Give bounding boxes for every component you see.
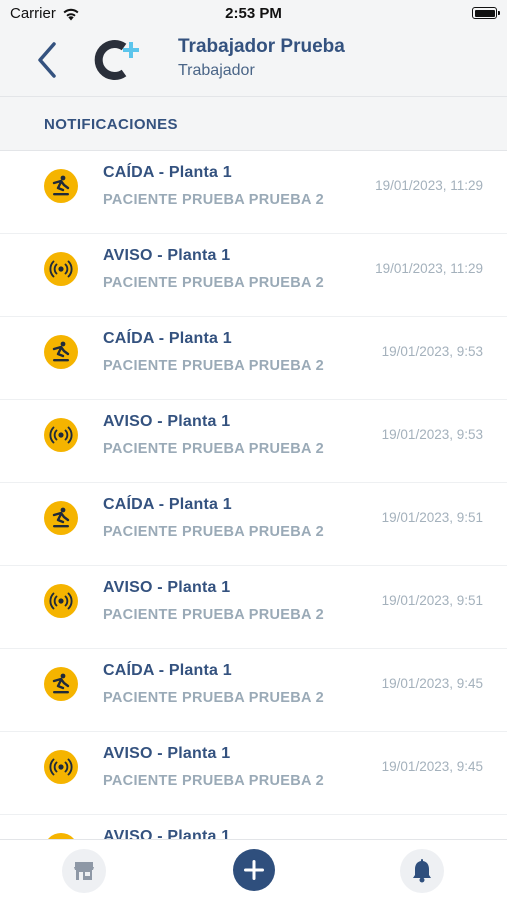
notification-item[interactable]: AVISO - Planta 1 [0, 815, 507, 839]
notification-timestamp: 19/01/2023, 9:45 [381, 676, 483, 691]
notification-patient: PACIENTE PRUEBA PRUEBA 2 [103, 192, 324, 208]
bell-icon [413, 859, 431, 883]
tab-add-button[interactable] [233, 849, 275, 891]
app-header: Trabajador Prueba Trabajador [0, 28, 507, 97]
notification-item[interactable]: AVISO - Planta 1 PACIENTE PRUEBA PRUEBA 2… [0, 400, 507, 483]
signal-icon [44, 418, 78, 452]
notification-patient: PACIENTE PRUEBA PRUEBA 2 [103, 524, 324, 540]
notification-title: AVISO - Planta 1 [103, 247, 231, 264]
notification-item[interactable]: CAÍDA - Planta 1 PACIENTE PRUEBA PRUEBA 2… [0, 483, 507, 566]
notification-timestamp: 19/01/2023, 9:53 [381, 427, 483, 442]
header-title: Trabajador Prueba [178, 36, 345, 57]
notification-timestamp: 19/01/2023, 9:51 [381, 510, 483, 525]
notification-item[interactable]: CAÍDA - Planta 1 PACIENTE PRUEBA PRUEBA 2… [0, 317, 507, 400]
app-screen: Carrier 2:53 PM Trabajador Prueba Trabaj… [0, 0, 507, 900]
notification-title: CAÍDA - Planta 1 [103, 662, 232, 679]
notification-item[interactable]: CAÍDA - Planta 1 PACIENTE PRUEBA PRUEBA 2… [0, 649, 507, 732]
notification-title: AVISO - Planta 1 [103, 745, 231, 762]
section-title: NOTIFICACIONES [44, 116, 178, 133]
tab-notifications-button[interactable] [400, 849, 444, 893]
header-subtitle: Trabajador [178, 62, 255, 79]
notification-title: AVISO - Planta 1 [103, 413, 231, 430]
notification-patient: PACIENTE PRUEBA PRUEBA 2 [103, 773, 324, 789]
fall-icon [44, 501, 78, 535]
tab-store-button[interactable] [62, 849, 106, 893]
chevron-left-icon [38, 42, 56, 78]
signal-icon [44, 750, 78, 784]
notification-timestamp: 19/01/2023, 11:29 [375, 178, 483, 193]
app-logo [94, 40, 139, 80]
notification-title: CAÍDA - Planta 1 [103, 164, 232, 181]
signal-icon [44, 252, 78, 286]
notification-timestamp: 19/01/2023, 9:51 [381, 593, 483, 608]
back-button[interactable] [30, 38, 66, 82]
notification-timestamp: 19/01/2023, 11:29 [375, 261, 483, 276]
fall-icon [44, 169, 78, 203]
notification-title: CAÍDA - Planta 1 [103, 496, 232, 513]
status-time: 2:53 PM [225, 5, 282, 22]
notification-item[interactable]: AVISO - Planta 1 PACIENTE PRUEBA PRUEBA 2… [0, 234, 507, 317]
notification-timestamp: 19/01/2023, 9:45 [381, 759, 483, 774]
fall-icon [44, 667, 78, 701]
notification-title: AVISO - Planta 1 [103, 828, 231, 839]
notification-patient: PACIENTE PRUEBA PRUEBA 2 [103, 441, 324, 457]
status-bar: Carrier 2:53 PM [0, 0, 507, 28]
notification-patient: PACIENTE PRUEBA PRUEBA 2 [103, 275, 324, 291]
notification-item[interactable]: CAÍDA - Planta 1 PACIENTE PRUEBA PRUEBA 2… [0, 151, 507, 234]
tab-bar [0, 839, 507, 900]
notification-title: CAÍDA - Planta 1 [103, 330, 232, 347]
section-header: NOTIFICACIONES [0, 97, 507, 151]
plus-icon [244, 860, 264, 880]
notifications-list[interactable]: CAÍDA - Planta 1 PACIENTE PRUEBA PRUEBA 2… [0, 151, 507, 839]
notification-title: AVISO - Planta 1 [103, 579, 231, 596]
battery-icon [472, 7, 500, 19]
notification-patient: PACIENTE PRUEBA PRUEBA 2 [103, 690, 324, 706]
signal-icon [44, 584, 78, 618]
fall-icon [44, 335, 78, 369]
notification-patient: PACIENTE PRUEBA PRUEBA 2 [103, 607, 324, 623]
notification-item[interactable]: AVISO - Planta 1 PACIENTE PRUEBA PRUEBA 2… [0, 732, 507, 815]
notification-timestamp: 19/01/2023, 9:53 [381, 344, 483, 359]
notification-item[interactable]: AVISO - Planta 1 PACIENTE PRUEBA PRUEBA 2… [0, 566, 507, 649]
store-icon [74, 862, 94, 880]
notification-patient: PACIENTE PRUEBA PRUEBA 2 [103, 358, 324, 374]
